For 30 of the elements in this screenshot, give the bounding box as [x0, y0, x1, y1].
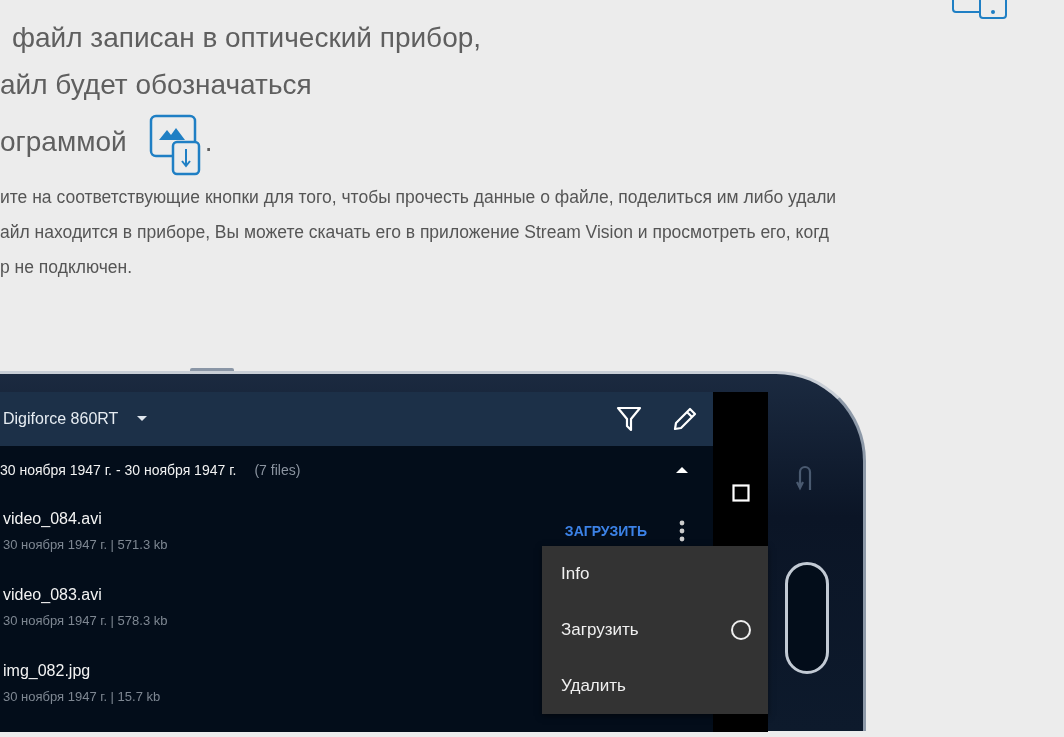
menu-item[interactable]: Загрузить	[542, 602, 768, 658]
group-header[interactable]: 30 ноября 1947 г. - 30 ноября 1947 г. (7 files)	[0, 446, 713, 493]
file-count: (7 files)	[254, 461, 301, 478]
file-meta: 30 ноября 1947 г. | 578.3 kb	[3, 613, 169, 628]
file-name: img_082.jpg	[3, 662, 92, 680]
body-text: р не подключен.	[0, 256, 134, 279]
collapse-caret-icon[interactable]	[675, 465, 689, 474]
square-icon[interactable]	[731, 484, 750, 502]
caret-icon	[136, 415, 149, 423]
intro-text: файл записан в оптический прибор,	[11, 21, 483, 55]
file-name: video_084.avi	[3, 510, 103, 528]
intro-text: ограммой	[0, 125, 127, 159]
device-dropdown[interactable]: Digiforce 860RT	[3, 410, 149, 428]
home-button[interactable]	[784, 562, 829, 674]
date-range: 30 ноября 1947 г. - 30 ноября 1947 г.	[0, 461, 237, 478]
body-text: айл находится в приборе, Вы можете скачать его в приложение Stream Vision и просмотреть его, когд	[0, 221, 830, 244]
intro-text: айл будет обозначаться	[0, 68, 313, 102]
body-text: ите на соответствующие кнопки для того, чтобы прочесть данные о файле, поделиться им либо удали	[0, 186, 838, 209]
download-button[interactable]: ЗАГРУЗИТЬ	[564, 523, 647, 539]
menu-item[interactable]: Удалить	[542, 658, 768, 714]
menu-item[interactable]: Info	[542, 546, 768, 602]
image-download-icon	[148, 114, 201, 176]
intro-text: .	[204, 125, 213, 159]
file-meta: 30 ноября 1947 г. | 571.3 kb	[3, 537, 169, 552]
file-name: video_083.avi	[3, 586, 103, 604]
device-icon	[952, 0, 1008, 20]
filter-icon[interactable]	[615, 404, 643, 434]
radio-button[interactable]	[730, 619, 752, 641]
more-icon[interactable]	[679, 520, 685, 542]
file-meta: 30 ноября 1947 г. | 15.7 kb	[3, 689, 162, 704]
